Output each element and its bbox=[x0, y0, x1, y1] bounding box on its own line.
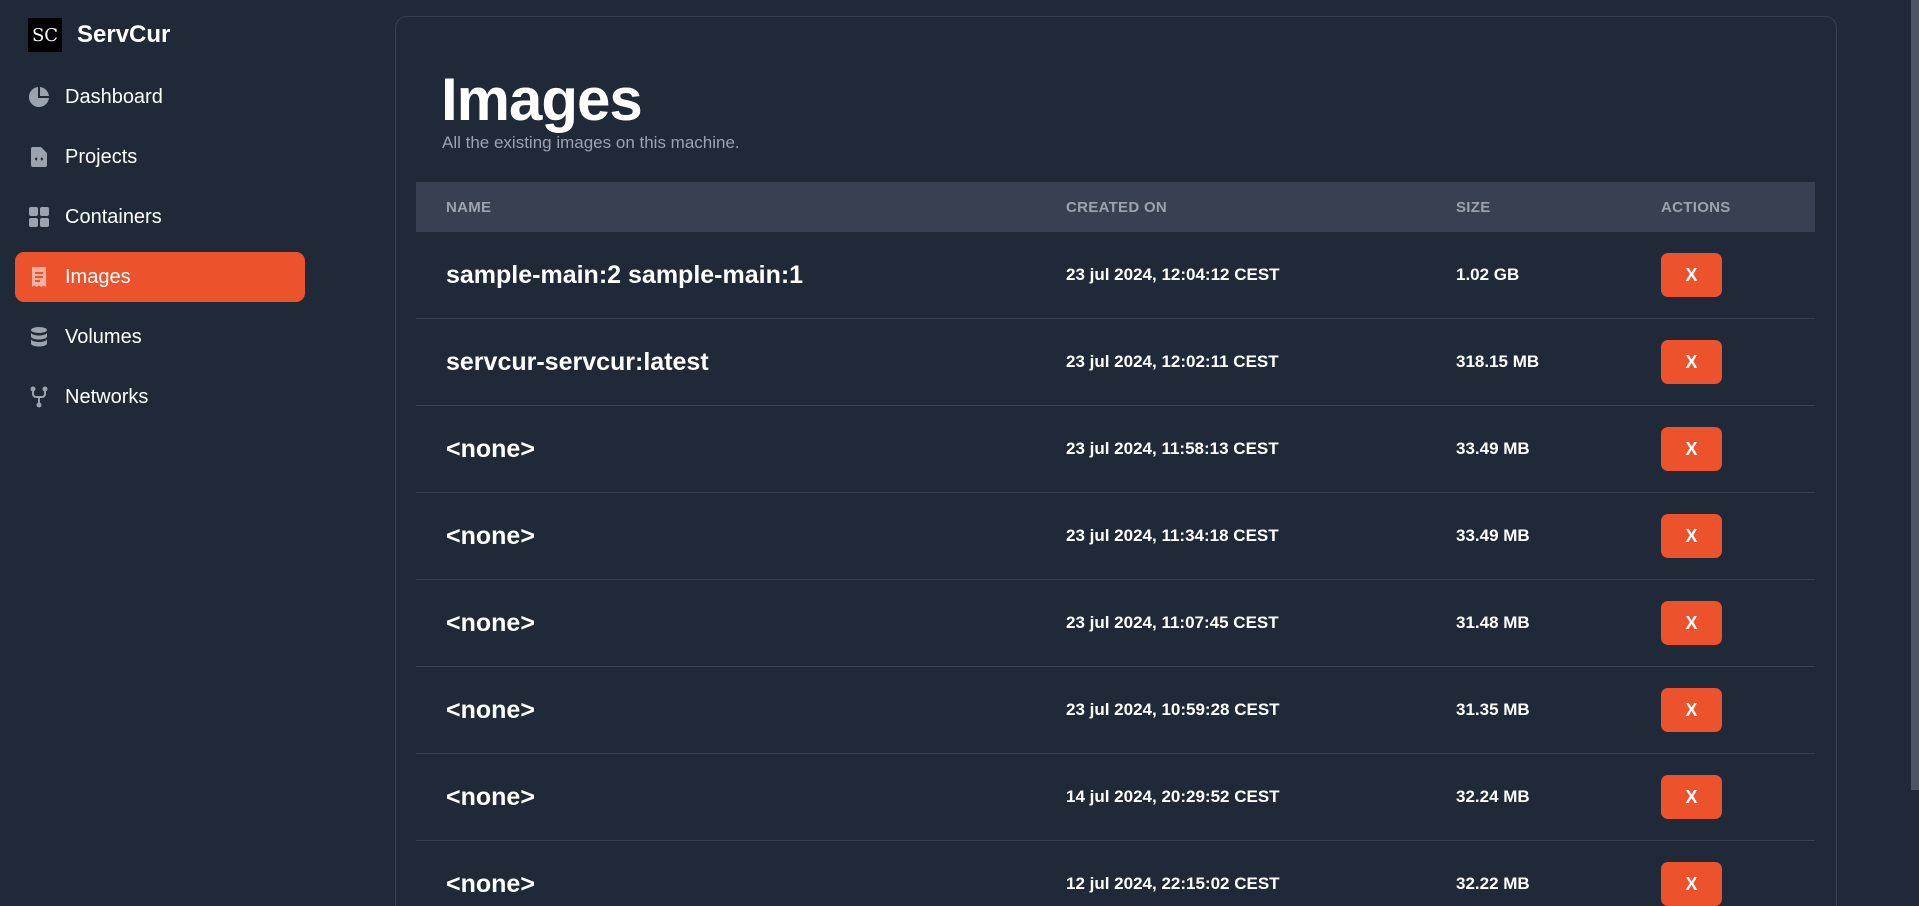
image-size: 1.02 GB bbox=[1456, 265, 1520, 284]
table-row: <none> 14 jul 2024, 20:29:52 CEST 32.24 … bbox=[416, 754, 1815, 841]
delete-image-button[interactable]: X bbox=[1661, 775, 1722, 819]
images-table: NAME CREATED ON SIZE ACTIONS sample-main… bbox=[416, 182, 1815, 906]
header-size[interactable]: SIZE bbox=[1456, 199, 1491, 216]
delete-image-button[interactable]: X bbox=[1661, 688, 1722, 732]
image-name: <none> bbox=[446, 869, 535, 898]
actions-cell: X bbox=[1661, 319, 1722, 405]
network-fork-icon bbox=[25, 383, 53, 411]
image-size: 31.48 MB bbox=[1456, 613, 1530, 632]
delete-image-button[interactable]: X bbox=[1661, 253, 1722, 297]
database-icon bbox=[25, 323, 53, 351]
image-size: 32.24 MB bbox=[1456, 787, 1530, 806]
delete-image-button[interactable]: X bbox=[1661, 601, 1722, 645]
table-row: <none> 23 jul 2024, 10:59:28 CEST 31.35 … bbox=[416, 667, 1815, 754]
code-file-icon bbox=[25, 143, 53, 171]
image-size: 32.22 MB bbox=[1456, 874, 1530, 893]
sidebar-nav: Dashboard Projects Containers Images Vol… bbox=[15, 72, 305, 432]
image-name: <none> bbox=[446, 608, 535, 637]
image-size: 33.49 MB bbox=[1456, 439, 1530, 458]
table-header: NAME CREATED ON SIZE ACTIONS bbox=[416, 182, 1815, 232]
scrollbar-thumb[interactable] bbox=[1911, 0, 1919, 790]
image-created: 23 jul 2024, 11:34:18 CEST bbox=[1066, 526, 1279, 545]
header-actions: ACTIONS bbox=[1661, 198, 1731, 216]
grid-icon bbox=[25, 203, 53, 231]
actions-cell: X bbox=[1661, 580, 1722, 666]
main-panel: Images All the existing images on this m… bbox=[395, 16, 1837, 906]
actions-cell: X bbox=[1661, 493, 1722, 579]
image-name: <none> bbox=[446, 434, 535, 463]
page-scrollbar[interactable] bbox=[1911, 0, 1919, 906]
image-size: 33.49 MB bbox=[1456, 526, 1530, 545]
sidebar-item-dashboard[interactable]: Dashboard bbox=[15, 72, 305, 122]
sidebar-item-label: Containers bbox=[65, 205, 162, 228]
table-row: <none> 12 jul 2024, 22:15:02 CEST 32.22 … bbox=[416, 841, 1815, 906]
sidebar-item-label: Projects bbox=[65, 145, 138, 168]
header-created-on[interactable]: CREATED ON bbox=[1066, 199, 1167, 216]
table-row: <none> 23 jul 2024, 11:34:18 CEST 33.49 … bbox=[416, 493, 1815, 580]
delete-image-button[interactable]: X bbox=[1661, 340, 1722, 384]
brand[interactable]: SC ServCur bbox=[28, 18, 170, 52]
image-created: 23 jul 2024, 11:07:45 CEST bbox=[1066, 613, 1279, 632]
sidebar-item-projects[interactable]: Projects bbox=[15, 132, 305, 182]
page-title: Images bbox=[441, 66, 643, 133]
table-row: sample-main:2 sample-main:1 23 jul 2024,… bbox=[416, 232, 1815, 319]
actions-cell: X bbox=[1661, 841, 1722, 906]
sidebar-item-images[interactable]: Images bbox=[15, 252, 305, 302]
pie-chart-icon bbox=[25, 83, 53, 111]
delete-image-button[interactable]: X bbox=[1661, 862, 1722, 906]
image-created: 12 jul 2024, 22:15:02 CEST bbox=[1066, 874, 1280, 893]
receipt-icon bbox=[25, 263, 53, 291]
image-created: 23 jul 2024, 10:59:28 CEST bbox=[1066, 700, 1280, 719]
sidebar: SC ServCur Dashboard Projects Containers… bbox=[0, 0, 330, 906]
actions-cell: X bbox=[1661, 754, 1722, 840]
sidebar-item-containers[interactable]: Containers bbox=[15, 192, 305, 242]
image-name: sample-main:2 sample-main:1 bbox=[446, 260, 804, 289]
sidebar-item-label: Images bbox=[65, 265, 131, 288]
actions-cell: X bbox=[1661, 232, 1722, 318]
image-created: 23 jul 2024, 12:04:12 CEST bbox=[1066, 265, 1280, 284]
image-size: 318.15 MB bbox=[1456, 352, 1540, 371]
sidebar-item-volumes[interactable]: Volumes bbox=[15, 312, 305, 362]
table-row: <none> 23 jul 2024, 11:58:13 CEST 33.49 … bbox=[416, 406, 1815, 493]
actions-cell: X bbox=[1661, 406, 1722, 492]
image-name: servcur-servcur:latest bbox=[446, 347, 709, 376]
image-size: 31.35 MB bbox=[1456, 700, 1530, 719]
image-name: <none> bbox=[446, 782, 535, 811]
sidebar-item-label: Dashboard bbox=[65, 85, 163, 108]
sidebar-item-label: Networks bbox=[65, 385, 149, 408]
image-name: <none> bbox=[446, 521, 535, 550]
delete-image-button[interactable]: X bbox=[1661, 514, 1722, 558]
app-root: SC ServCur Dashboard Projects Containers… bbox=[0, 0, 1919, 906]
header-name[interactable]: NAME bbox=[446, 199, 491, 216]
sidebar-item-networks[interactable]: Networks bbox=[15, 372, 305, 422]
table-row: <none> 23 jul 2024, 11:07:45 CEST 31.48 … bbox=[416, 580, 1815, 667]
sidebar-item-label: Volumes bbox=[65, 325, 142, 348]
table-row: servcur-servcur:latest 23 jul 2024, 12:0… bbox=[416, 319, 1815, 406]
image-name: <none> bbox=[446, 695, 535, 724]
delete-image-button[interactable]: X bbox=[1661, 427, 1722, 471]
image-created: 14 jul 2024, 20:29:52 CEST bbox=[1066, 787, 1280, 806]
image-created: 23 jul 2024, 11:58:13 CEST bbox=[1066, 439, 1279, 458]
brand-name: ServCur bbox=[77, 21, 171, 48]
actions-cell: X bbox=[1661, 667, 1722, 753]
page-subtitle: All the existing images on this machine. bbox=[442, 133, 740, 152]
brand-logo: SC bbox=[28, 18, 62, 52]
image-created: 23 jul 2024, 12:02:11 CEST bbox=[1066, 352, 1279, 371]
